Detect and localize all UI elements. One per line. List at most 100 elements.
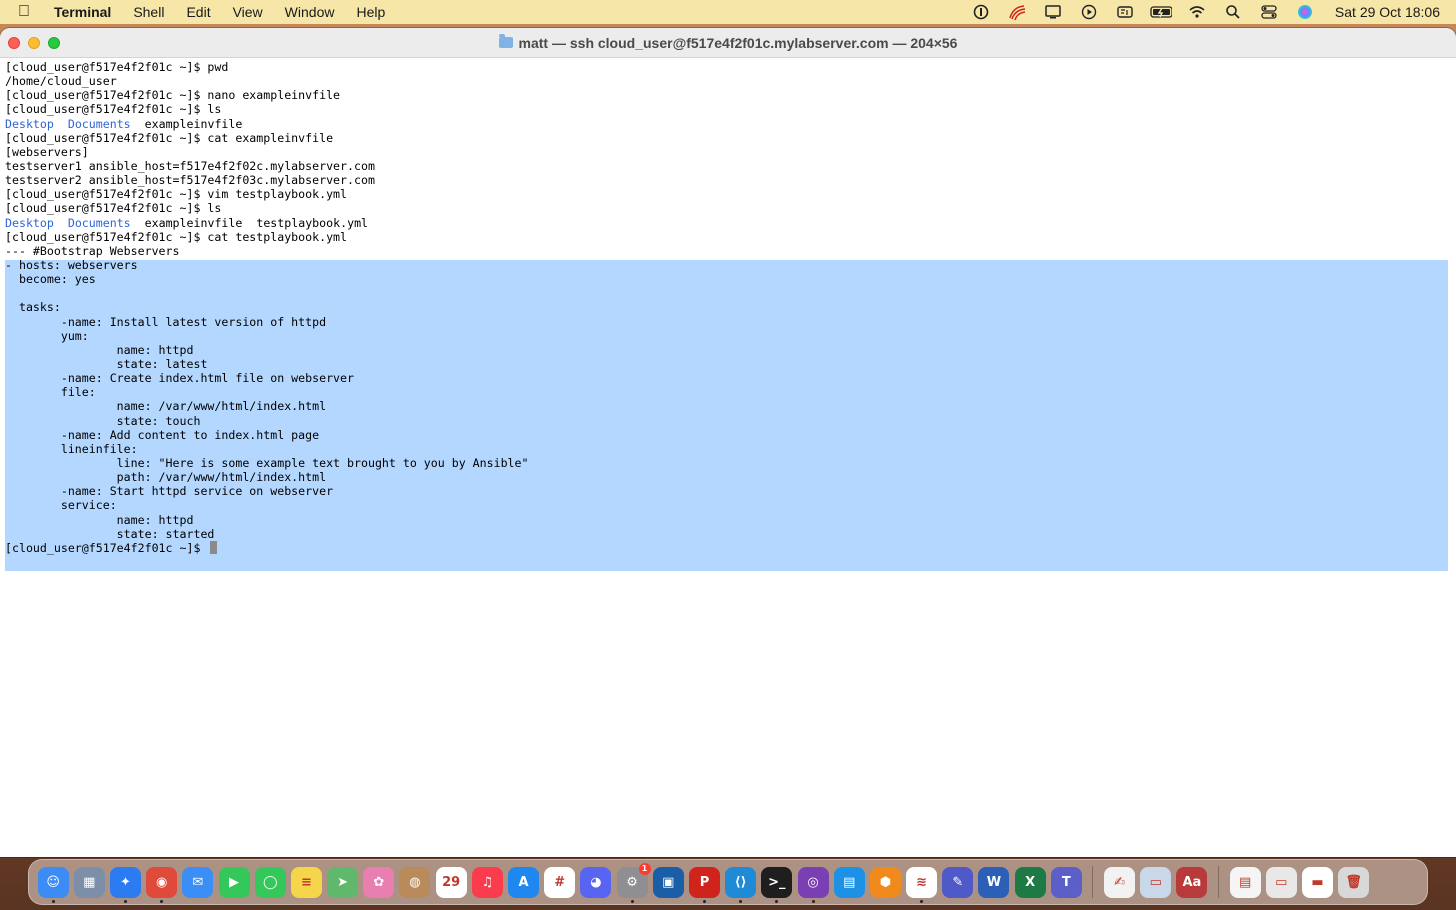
dock-downloads-stack-icon[interactable]: ▤ (1229, 866, 1261, 898)
ls-directory-entry: Desktop (5, 215, 54, 230)
menu-help[interactable]: Help (356, 4, 385, 20)
input-source-icon[interactable] (1114, 1, 1136, 23)
dock-vscode-icon[interactable]: ⟨⟩ (725, 866, 757, 903)
control-center-icon[interactable] (1258, 1, 1280, 23)
terminal-line: name: /var/www/html/index.html (5, 399, 327, 414)
minimize-window-button[interactable] (28, 37, 40, 49)
dock-separator (1218, 866, 1219, 898)
terminal-line: -name: Install latest version of httpd (5, 314, 327, 329)
dock-parallels-icon[interactable]: P (688, 866, 720, 903)
zoom-window-button[interactable] (48, 37, 60, 49)
display-icon[interactable] (1042, 1, 1064, 23)
menu-app-terminal[interactable]: Terminal (54, 4, 111, 20)
apple-menu-icon[interactable]:  (18, 3, 38, 21)
running-indicator (775, 899, 779, 903)
terminal-line: state: touch (5, 413, 201, 428)
dock-trash-icon[interactable]: 🗑 (1338, 866, 1370, 898)
dock-teams-icon[interactable]: T (1050, 866, 1082, 898)
ls-file-entry: testplaybook.yml (256, 215, 369, 230)
terminal-line: [cloud_user@f517e4f2f01c ~]$ cat example… (5, 130, 334, 145)
dock-preview-icon[interactable]: ▭ (1140, 866, 1172, 898)
terminal-line: [cloud_user@f517e4f2f01c ~]$ pwd (5, 60, 229, 74)
window-title-bar[interactable]: matt — ssh cloud_user@f517e4f2f01c.mylab… (0, 28, 1456, 58)
dock-calendar-icon[interactable]: 29 (435, 866, 467, 898)
ls-directory-entry: Documents (67, 116, 131, 131)
ls-file-entry: exampleinvfile (144, 116, 243, 131)
dock-virtualbox-icon[interactable]: ▣ (652, 866, 684, 898)
menu-edit[interactable]: Edit (186, 4, 210, 20)
dock-notes-icon[interactable]: ≡ (290, 866, 322, 898)
dock-github-desktop-icon[interactable]: ◎ (797, 866, 829, 903)
app-status-icon[interactable] (1006, 1, 1028, 23)
dock-messages-icon[interactable]: ◯ (254, 866, 286, 898)
terminal-line: -name: Add content to index.html page (5, 427, 320, 442)
dock-docker-icon[interactable]: ▤ (833, 866, 865, 898)
dock-photos-icon[interactable]: ✿ (363, 866, 395, 898)
dock-discord-icon[interactable]: ◕ (580, 866, 612, 898)
running-indicator (811, 899, 815, 903)
dock-safari-icon[interactable]: ✦ (109, 866, 141, 903)
text-cursor (210, 540, 218, 554)
dock: ☺ ▦ ✦ ◉ ✉ ▶ ◯ ≡ ➤ ✿ ◍ 29 ♫ A # ◕ ⚙ 1 ▣ P ⟨⟩ >_ ◎ ▤ ⬢ ≋ ✎ W X T ✍ ▭ Aa ▤ ▭ ▬… (28, 859, 1428, 905)
dock-finder-icon[interactable]: ☺ (37, 866, 69, 903)
dock-music-icon[interactable]: ♫ (471, 866, 503, 898)
menu-bar-clock[interactable]: Sat 29 Oct 18:06 (1335, 4, 1440, 20)
dock-launchpad-icon[interactable]: ▦ (73, 866, 105, 898)
terminal-line: -name: Start httpd service on webserver (5, 484, 334, 499)
dock-textedit-icon[interactable]: ✍ (1104, 866, 1136, 898)
terminal-line: /home/cloud_user (5, 74, 117, 89)
siri-icon[interactable] (1294, 1, 1316, 23)
terminal-prompt-line: [cloud_user@f517e4f2f01c ~]$ (5, 540, 1449, 555)
dock-sourcetree-icon[interactable]: ⬢ (869, 866, 901, 898)
terminal-line: Desktop Documents exampleinvfile testpla… (5, 216, 1449, 230)
dock-pixelmator-icon[interactable]: ✎ (942, 866, 974, 898)
terminal-line: [cloud_user@f517e4f2f01c ~]$ cat testpla… (5, 229, 348, 244)
password-manager-icon[interactable] (970, 1, 992, 23)
dock-system-preferences-icon[interactable]: ⚙ 1 (616, 862, 651, 903)
window-controls (8, 37, 68, 49)
dock-screenshot-stack-icon[interactable]: ▭ (1265, 866, 1297, 898)
dock-app-red-lines-icon[interactable]: ≋ (906, 866, 938, 903)
terminal-line: state: started (5, 526, 215, 541)
running-indicator (920, 899, 924, 903)
wifi-icon[interactable] (1186, 1, 1208, 23)
dock-excel-icon[interactable]: X (1014, 866, 1046, 898)
terminal-line: - hosts: webservers (5, 257, 138, 272)
terminal-line: testserver1 ansible_host=f517e4f2f02c.my… (5, 158, 375, 173)
dock-terminal-icon[interactable]: >_ (761, 866, 793, 903)
dock-maps-icon[interactable]: ➤ (327, 866, 359, 898)
dock-separator (1092, 866, 1094, 898)
close-window-button[interactable] (8, 37, 20, 49)
dock-folder-stack-icon[interactable]: ▬ (1301, 866, 1333, 898)
window-title: matt — ssh cloud_user@f517e4f2f01c.mylab… (498, 34, 958, 51)
running-indicator (123, 899, 127, 903)
dock-facetime-icon[interactable]: ▶ (218, 866, 250, 898)
spotlight-search-icon[interactable] (1222, 1, 1244, 23)
dock-mail-icon[interactable]: ✉ (182, 866, 214, 898)
terminal-line: name: httpd (5, 512, 194, 527)
dock-dictionary-icon[interactable]: Aa (1176, 866, 1208, 898)
terminal-content[interactable]: [cloud_user@f517e4f2f01c ~]$ pwd/home/cl… (0, 58, 1456, 857)
terminal-line: -name: Create index.html file on webserv… (5, 371, 355, 386)
terminal-line: yum: (5, 328, 89, 343)
dock-word-icon[interactable]: W (978, 866, 1010, 898)
terminal-line: file: (5, 385, 96, 400)
menu-window[interactable]: Window (285, 4, 335, 20)
folder-icon (498, 34, 513, 48)
dock-contacts-icon[interactable]: ◍ (399, 866, 431, 898)
menu-view[interactable]: View (233, 4, 263, 20)
terminal-prompt: [cloud_user@f517e4f2f01c ~]$ (5, 540, 208, 555)
dock-slack-icon[interactable]: # (544, 866, 576, 898)
terminal-line: [cloud_user@f517e4f2f01c ~]$ ls (5, 102, 222, 117)
running-indicator (739, 899, 743, 903)
terminal-line: tasks: (5, 300, 61, 315)
battery-icon[interactable] (1150, 1, 1172, 23)
window-title-text: matt — ssh cloud_user@f517e4f2f01c.mylab… (518, 34, 958, 51)
ls-directory-entry: Desktop (5, 116, 54, 131)
play-icon[interactable] (1078, 1, 1100, 23)
dock-chrome-icon[interactable]: ◉ (146, 866, 178, 903)
dock-app-store-icon[interactable]: A (508, 866, 540, 898)
terminal-line: [cloud_user@f517e4f2f01c ~]$ nano exampl… (5, 88, 341, 103)
terminal-output: [cloud_user@f517e4f2f01c ~]$ pwd/home/cl… (5, 60, 1449, 555)
menu-shell[interactable]: Shell (133, 4, 164, 20)
